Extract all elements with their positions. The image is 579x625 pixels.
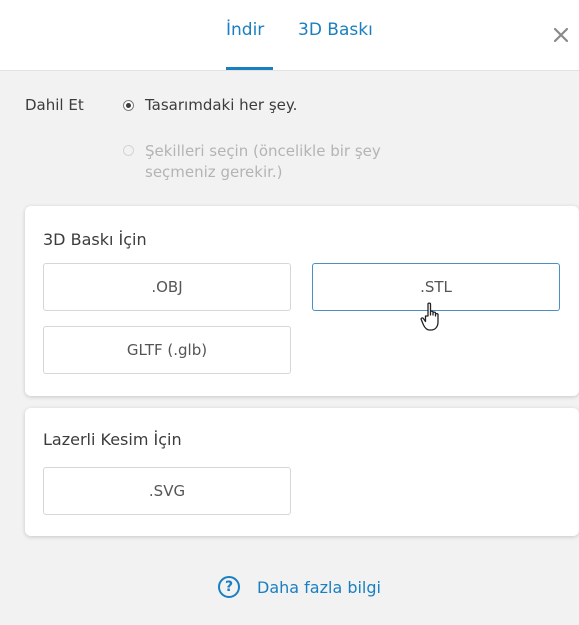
dialog-header: İndir 3D Baskı [0, 0, 579, 71]
laser-cut-card: Lazerli Kesim İçin .SVG [25, 408, 579, 536]
3d-print-card: 3D Baskı İçin .OBJ .STL GLTF (.glb) [25, 206, 579, 396]
laser-cut-title: Lazerli Kesim İçin [43, 430, 182, 449]
export-gltf-button[interactable]: GLTF (.glb) [43, 326, 291, 374]
more-info-link[interactable]: ? Daha fazla bilgi [218, 576, 381, 598]
3d-print-title: 3D Baskı İçin [43, 230, 147, 249]
option-select-shapes-label: Şekilleri seçin (öncelikle bir şey seçme… [145, 142, 381, 181]
more-info-label[interactable]: Daha fazla bilgi [257, 578, 381, 597]
tab-3d-print[interactable]: 3D Baskı [298, 20, 373, 40]
tab-download[interactable]: İndir [226, 20, 264, 40]
close-icon[interactable] [552, 26, 570, 44]
active-tab-indicator [226, 67, 273, 70]
hand-pointer-cursor-icon [420, 302, 439, 331]
export-obj-button[interactable]: .OBJ [43, 263, 291, 311]
option-everything-label[interactable]: Tasarımdaki her şey. [145, 96, 297, 114]
export-svg-button[interactable]: .SVG [43, 467, 291, 515]
radio-select-shapes [123, 145, 134, 156]
question-circle-icon: ? [218, 576, 240, 598]
radio-everything[interactable] [123, 100, 134, 111]
include-label: Dahil Et [25, 96, 84, 114]
